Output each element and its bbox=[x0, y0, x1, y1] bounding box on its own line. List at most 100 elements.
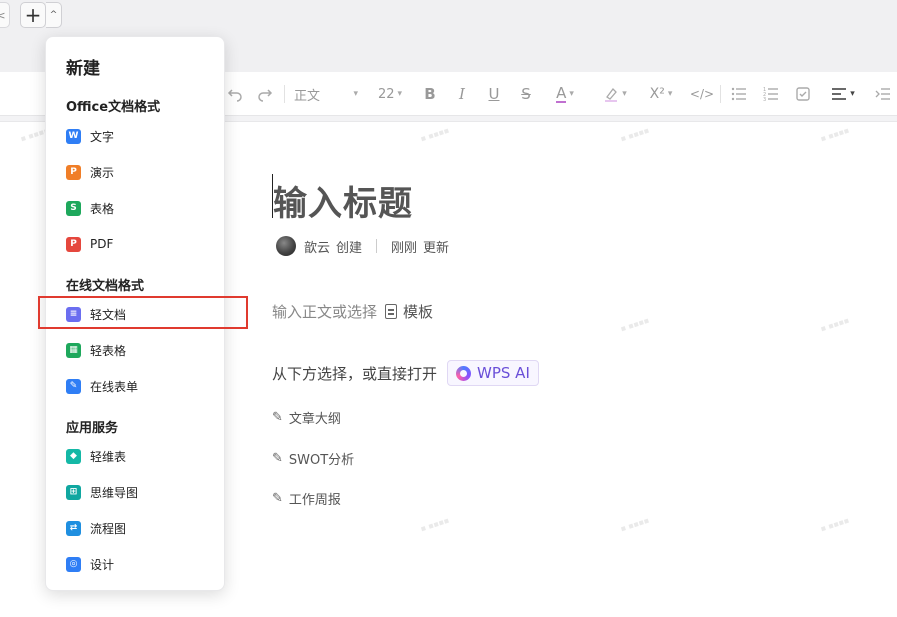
numbered-list-button[interactable]: 123 bbox=[760, 82, 782, 106]
menu-item-mindmap[interactable]: ⊞ 思维导图 bbox=[52, 478, 220, 506]
menu-item-design[interactable]: ◎ 设计 bbox=[52, 550, 220, 578]
strikethrough-button[interactable]: S bbox=[516, 82, 536, 106]
menu-item-label: 流程图 bbox=[90, 521, 127, 536]
bullet-list-button[interactable] bbox=[728, 82, 750, 106]
choose-row: 从下方选择，或直接打开 WPS AI bbox=[272, 360, 539, 386]
pen-icon: ✎ bbox=[272, 410, 283, 425]
menu-title: 新建 bbox=[66, 59, 100, 79]
font-color-button[interactable]: A ▾ bbox=[548, 82, 582, 106]
font-size-select[interactable]: 22 ▾ bbox=[370, 82, 410, 106]
menu-item-label: 在线表单 bbox=[90, 379, 139, 394]
flowchart-icon: ⇄ bbox=[66, 520, 81, 536]
superscript-button[interactable]: X² ▾ bbox=[644, 82, 678, 106]
section-online-formats: 在线文档格式 bbox=[66, 279, 145, 294]
created-label: 创建 bbox=[336, 240, 363, 256]
paragraph-style-select[interactable]: 正文 ▾ bbox=[294, 82, 358, 106]
chevron-down-icon: ▾ bbox=[667, 89, 673, 99]
menu-item-presentation[interactable]: P 演示 bbox=[52, 158, 220, 186]
template-link[interactable]: 模板 bbox=[403, 301, 433, 322]
chevron-down-icon: ▾ bbox=[397, 89, 403, 99]
font-size-value: 22 bbox=[377, 86, 395, 102]
new-tab-dropdown-button[interactable]: ^ bbox=[46, 2, 62, 28]
underline-icon: U bbox=[488, 85, 500, 103]
menu-item-light-sheet[interactable]: ▦ 轻表格 bbox=[52, 336, 220, 364]
author-divider bbox=[376, 239, 378, 253]
previous-tab-button[interactable]: < bbox=[0, 2, 10, 28]
wps-ai-icon bbox=[456, 365, 472, 381]
wps-ai-label: WPS AI bbox=[477, 364, 530, 382]
menu-item-label: PDF bbox=[90, 237, 114, 251]
mindmap-icon: ⊞ bbox=[66, 484, 81, 500]
font-color-icon: A bbox=[556, 84, 567, 103]
code-icon: </> bbox=[689, 87, 715, 101]
menu-item-label: 表格 bbox=[90, 201, 115, 216]
indent-icon bbox=[875, 88, 890, 100]
bold-icon: B bbox=[424, 85, 436, 103]
new-tab-button[interactable]: + bbox=[20, 2, 46, 28]
code-button[interactable]: </> bbox=[690, 82, 714, 106]
highlighter-icon bbox=[605, 88, 618, 102]
chevron-down-icon: ▾ bbox=[850, 89, 855, 99]
menu-item-flowchart[interactable]: ⇄ 流程图 bbox=[52, 514, 220, 542]
suggestion-label: 工作周报 bbox=[288, 493, 341, 508]
undo-icon bbox=[227, 89, 242, 102]
suggestion-outline[interactable]: ✎ 文章大纲 bbox=[272, 408, 341, 427]
menu-item-spreadsheet[interactable]: S 表格 bbox=[52, 194, 220, 222]
wps-ai-button[interactable]: WPS AI bbox=[447, 360, 539, 386]
menu-item-light-table[interactable]: ◆ 轻维表 bbox=[52, 442, 220, 470]
watermark: ▪ ▪▪▪▪ bbox=[819, 515, 851, 534]
highlight-button[interactable]: ▾ bbox=[598, 82, 632, 106]
pen-icon: ✎ bbox=[272, 491, 283, 506]
watermark: ▪ ▪▪▪▪ bbox=[819, 125, 851, 144]
watermark: ▪ ▪▪▪▪ bbox=[619, 125, 651, 144]
highlight-annotation-box bbox=[38, 296, 248, 329]
italic-button[interactable]: I bbox=[452, 82, 472, 106]
menu-item-label: 轻表格 bbox=[90, 343, 127, 358]
redo-icon bbox=[258, 89, 273, 102]
watermark: ▪ ▪▪▪▪ bbox=[419, 125, 451, 144]
align-button[interactable]: ▾ bbox=[826, 82, 860, 106]
numbered-list-icon: 123 bbox=[763, 87, 778, 102]
redo-button[interactable] bbox=[254, 82, 276, 106]
watermark: ▪ ▪▪▪▪ bbox=[619, 315, 651, 334]
updated-time: 刚刚 bbox=[391, 240, 418, 256]
underline-button[interactable]: U bbox=[484, 82, 504, 106]
menu-item-label: 思维导图 bbox=[90, 485, 139, 500]
light-table-icon: ◆ bbox=[66, 448, 81, 464]
bullet-list-icon bbox=[731, 87, 746, 101]
body-input[interactable]: 输入正文或选择 模板 bbox=[272, 301, 433, 322]
avatar[interactable] bbox=[276, 236, 296, 256]
undo-button[interactable] bbox=[224, 82, 246, 106]
align-left-icon bbox=[832, 88, 847, 100]
menu-item-online-form[interactable]: ✎ 在线表单 bbox=[52, 372, 220, 400]
menu-item-label: 演示 bbox=[90, 165, 115, 180]
spreadsheet-icon: S bbox=[66, 200, 81, 216]
body-placeholder-text: 输入正文或选择 bbox=[272, 303, 378, 321]
section-app-services: 应用服务 bbox=[66, 421, 119, 436]
menu-item-pdf[interactable]: P PDF bbox=[52, 230, 220, 258]
menu-item-label: 设计 bbox=[90, 557, 115, 572]
choose-text: 从下方选择，或直接打开 bbox=[272, 364, 438, 383]
strikethrough-icon: S bbox=[521, 85, 531, 103]
chevron-down-icon: ▾ bbox=[622, 89, 627, 99]
suggestion-weekly-report[interactable]: ✎ 工作周报 bbox=[272, 489, 341, 508]
title-input[interactable]: 输入标题 bbox=[273, 176, 413, 225]
indent-button[interactable] bbox=[872, 82, 894, 106]
author-info: 歆云 创建 刚刚 更新 bbox=[276, 235, 449, 257]
watermark: ▪ ▪▪▪▪ bbox=[419, 515, 451, 534]
suggestion-label: 文章大纲 bbox=[288, 412, 341, 427]
bold-button[interactable]: B bbox=[420, 82, 440, 106]
menu-item-label: 轻维表 bbox=[90, 449, 127, 464]
menu-item-word[interactable]: W 文字 bbox=[52, 122, 220, 150]
toolbar-divider bbox=[720, 85, 721, 103]
light-sheet-icon: ▦ bbox=[66, 342, 81, 358]
checklist-button[interactable] bbox=[792, 82, 814, 106]
watermark: ▪ ▪▪▪▪ bbox=[819, 315, 851, 334]
suggestion-label: SWOT分析 bbox=[288, 453, 355, 468]
updated-label: 更新 bbox=[423, 240, 450, 256]
pdf-icon: P bbox=[66, 236, 81, 252]
pen-icon: ✎ bbox=[272, 451, 283, 466]
watermark: ▪ ▪▪▪▪ bbox=[619, 515, 651, 534]
design-icon: ◎ bbox=[66, 556, 81, 572]
suggestion-swot[interactable]: ✎ SWOT分析 bbox=[272, 449, 354, 468]
